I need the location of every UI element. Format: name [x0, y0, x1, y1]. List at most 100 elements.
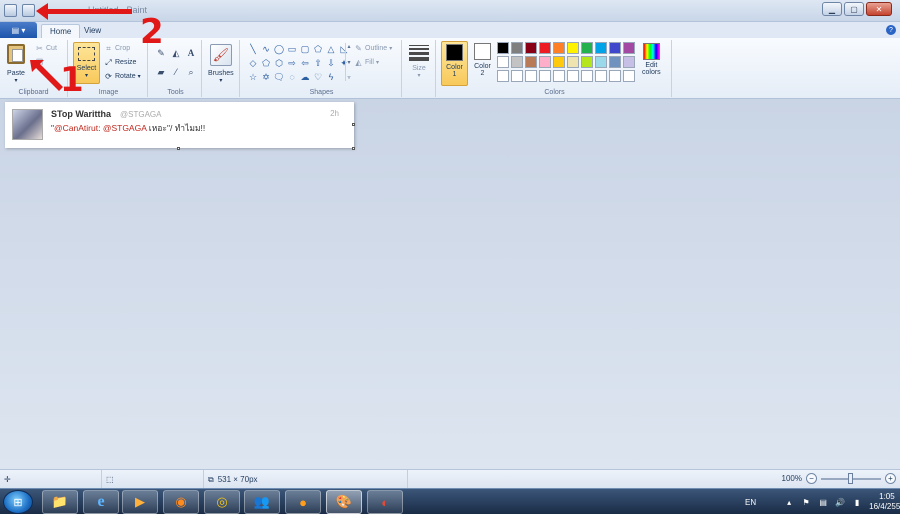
paste-button[interactable]: Paste ▾ [7, 44, 25, 84]
palette-swatch[interactable] [595, 56, 607, 68]
line-shape-icon[interactable]: ╲ [247, 43, 259, 55]
palette-swatch[interactable] [497, 56, 509, 68]
oval-shape-icon[interactable]: ◯ [273, 43, 285, 55]
palette-swatch[interactable] [511, 42, 523, 54]
palette-swatch[interactable] [539, 56, 551, 68]
text-tool-icon[interactable]: A [185, 47, 197, 59]
internet-explorer-icon[interactable]: e [83, 490, 119, 514]
close-button[interactable]: ✕ [866, 2, 892, 16]
rectangle-shape-icon[interactable]: ▭ [286, 43, 298, 55]
polygon-shape-icon[interactable]: ⬠ [312, 43, 324, 55]
palette-swatch[interactable] [539, 70, 551, 82]
tab-home[interactable]: Home [41, 24, 81, 38]
zoom-slider-thumb[interactable] [848, 472, 853, 484]
resize-handle-corner[interactable] [352, 147, 355, 150]
fill-button[interactable]: ◭ Fill ▾ [354, 58, 379, 67]
palette-swatch[interactable] [609, 70, 621, 82]
curve-shape-icon[interactable]: ∿ [260, 43, 272, 55]
size-button[interactable]: Size ▾ [409, 45, 429, 79]
palette-swatch[interactable] [609, 42, 621, 54]
paint-menu-button[interactable]: ▤ ▾ [0, 22, 37, 38]
copy-button[interactable]: ❐ [35, 58, 44, 67]
palette-swatch[interactable] [581, 56, 593, 68]
down-arrow-shape-icon[interactable]: ⇩ [325, 57, 337, 69]
heart-shape-icon[interactable]: ♡ [312, 71, 324, 83]
crop-button[interactable]: ⌗ Crop [104, 44, 130, 53]
color1-button[interactable]: Color 1 [441, 41, 468, 86]
zoom-in-button[interactable]: + [885, 473, 896, 484]
scroll-down-icon[interactable]: ▾ [347, 59, 350, 66]
palette-swatch[interactable] [539, 42, 551, 54]
cloud-callout-shape-icon[interactable]: ☁ [299, 71, 311, 83]
right-arrow-shape-icon[interactable]: ⇨ [286, 57, 298, 69]
help-icon[interactable]: ? [886, 25, 896, 35]
minimize-button[interactable]: ▁ [822, 2, 842, 16]
palette-swatch[interactable] [609, 56, 621, 68]
up-arrow-shape-icon[interactable]: ⇧ [312, 57, 324, 69]
messenger-icon[interactable]: 👥 [244, 490, 280, 514]
palette-swatch[interactable] [581, 70, 593, 82]
resize-handle-right[interactable] [352, 123, 355, 126]
pentagon-shape-icon[interactable]: ⬠ [260, 57, 272, 69]
color-picker-icon[interactable]: ⁄ [170, 66, 182, 78]
left-arrow-shape-icon[interactable]: ⇦ [299, 57, 311, 69]
lightning-shape-icon[interactable]: ϟ [325, 71, 337, 83]
canvas-image[interactable]: STop Warittha @STGAGA 2h "@CanAtirut: @S… [5, 102, 354, 148]
eraser-icon[interactable]: ▰ [155, 66, 167, 78]
expand-gallery-icon[interactable]: ▿ [347, 74, 350, 81]
palette-swatch[interactable] [511, 56, 523, 68]
resize-handle-bottom[interactable] [177, 147, 180, 150]
oval-callout-shape-icon[interactable]: ◌ [286, 71, 298, 83]
rounded-rectangle-shape-icon[interactable]: ▢ [299, 43, 311, 55]
palette-swatch[interactable] [525, 56, 537, 68]
start-button[interactable]: ⊞ [3, 490, 33, 514]
paint-taskbar-icon[interactable]: 🎨 [326, 490, 362, 514]
rounded-callout-shape-icon[interactable]: 🗨 [273, 71, 285, 83]
chrome-icon[interactable]: ◎ [204, 490, 240, 514]
power-icon[interactable]: ▮ [852, 497, 862, 507]
outline-button[interactable]: ✎ Outline ▾ [354, 44, 392, 53]
cut-button[interactable]: ✂ Cut [35, 44, 57, 53]
palette-swatch[interactable] [567, 70, 579, 82]
zoom-out-button[interactable]: − [806, 473, 817, 484]
five-point-star-shape-icon[interactable]: ☆ [247, 71, 259, 83]
fill-bucket-icon[interactable]: ◭ [170, 47, 182, 59]
palette-swatch[interactable] [623, 42, 635, 54]
palette-swatch[interactable] [525, 70, 537, 82]
six-point-star-shape-icon[interactable]: ✡ [260, 71, 272, 83]
zoom-slider[interactable] [821, 472, 881, 484]
palette-swatch[interactable] [595, 42, 607, 54]
palette-swatch[interactable] [567, 42, 579, 54]
show-hidden-icons-icon[interactable]: ▴ [784, 497, 794, 507]
diamond-shape-icon[interactable]: ◇ [247, 57, 259, 69]
color2-button[interactable]: Color 2 [469, 41, 496, 86]
network-icon[interactable]: ▤ [818, 497, 828, 507]
scroll-up-icon[interactable]: ▴ [347, 43, 350, 50]
media-player-icon[interactable]: ▶ [122, 490, 158, 514]
palette-swatch[interactable] [567, 56, 579, 68]
brushes-button[interactable]: 🖌 Brushes ▾ [208, 44, 234, 84]
action-center-icon[interactable]: ⚑ [801, 497, 811, 507]
magnifier-icon[interactable]: ⌕ [185, 66, 197, 78]
palette-swatch[interactable] [553, 70, 565, 82]
tab-view[interactable]: View [76, 24, 109, 38]
explorer-icon[interactable]: 📁 [42, 490, 78, 514]
snipping-tool-icon[interactable]: ◐ [367, 490, 403, 514]
firefox-icon[interactable]: ◉ [163, 490, 199, 514]
palette-swatch[interactable] [581, 42, 593, 54]
palette-swatch[interactable] [553, 56, 565, 68]
chat-app-icon[interactable]: ● [285, 490, 321, 514]
triangle-shape-icon[interactable]: △ [325, 43, 337, 55]
paint-app-icon[interactable] [4, 4, 17, 17]
resize-button[interactable]: ⤢ Resize [104, 58, 136, 67]
canvas-area[interactable]: STop Warittha @STGAGA 2h "@CanAtirut: @S… [0, 99, 900, 469]
edit-colors-button[interactable]: Edit colors [642, 43, 661, 76]
hexagon-shape-icon[interactable]: ⬡ [273, 57, 285, 69]
palette-swatch[interactable] [511, 70, 523, 82]
palette-swatch[interactable] [595, 70, 607, 82]
clock[interactable]: 1:05 16/4/2555 [869, 492, 900, 512]
palette-swatch[interactable] [623, 56, 635, 68]
palette-swatch[interactable] [497, 70, 509, 82]
palette-swatch[interactable] [553, 42, 565, 54]
rotate-button[interactable]: ⟳ Rotate ▾ [104, 72, 141, 81]
